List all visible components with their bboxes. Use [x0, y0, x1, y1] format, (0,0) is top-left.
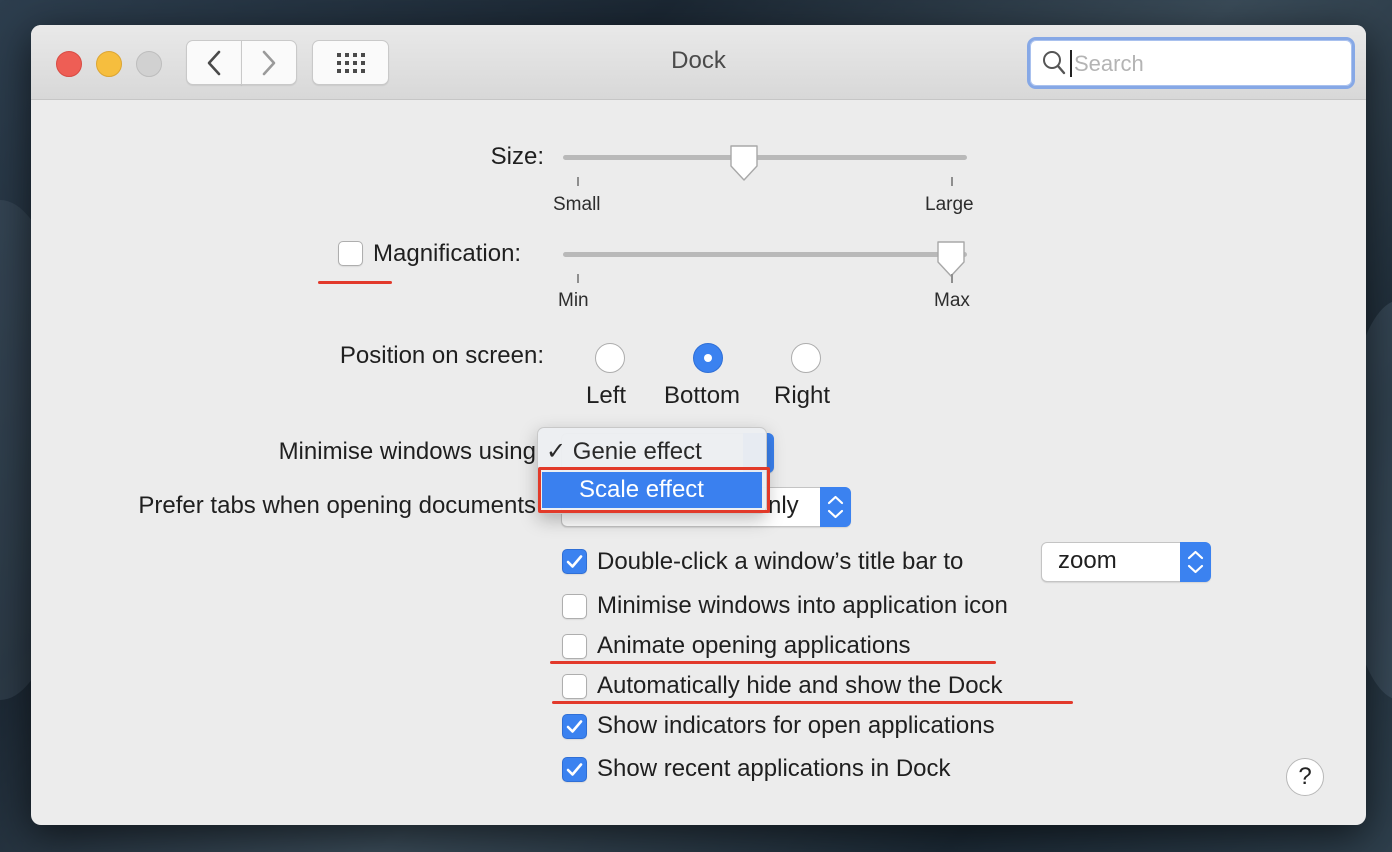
double-click-label: Double-click a window’s title bar to: [597, 548, 964, 575]
magnification-slider-track[interactable]: [563, 252, 967, 257]
search-icon: [1043, 51, 1066, 75]
magnification-min-label: Min: [558, 290, 589, 311]
size-tick-min: [577, 177, 579, 186]
show-indicators-checkbox[interactable]: [562, 714, 587, 739]
position-bottom-radio[interactable]: [693, 343, 723, 373]
magnification-slider-thumb[interactable]: [935, 240, 967, 278]
prefer-tabs-label: Prefer tabs when opening documents: [138, 492, 536, 519]
help-button[interactable]: ?: [1286, 758, 1324, 796]
size-max-label: Large: [925, 194, 974, 215]
animate-opening-label: Animate opening applications: [597, 632, 911, 659]
double-click-action-value: zoom: [1058, 547, 1117, 574]
magnification-tick-max: [951, 274, 953, 283]
checkmark-icon: ✓: [546, 438, 573, 465]
magnification-label: Magnification:: [373, 240, 522, 267]
size-tick-max: [951, 177, 953, 186]
minimise-label: Minimise windows using: [278, 438, 536, 465]
position-right-radio[interactable]: [791, 343, 821, 373]
menu-item-genie[interactable]: ✓ Genie effect: [546, 437, 702, 466]
magnification-tick-min: [577, 274, 579, 283]
minimise-into-icon-checkbox[interactable]: [562, 594, 587, 619]
position-bottom-label: Bottom: [664, 382, 741, 409]
size-min-label: Small: [553, 194, 601, 215]
title-bar: Dock: [31, 25, 1366, 100]
position-right-label: Right: [774, 382, 831, 409]
show-indicators-label: Show indicators for open applications: [597, 712, 995, 739]
annotation-underline: [552, 701, 1073, 704]
annotation-underline: [318, 281, 392, 284]
prefer-tabs-value: nly: [768, 492, 799, 519]
magnification-max-label: Max: [934, 290, 970, 311]
search-input[interactable]: [1072, 46, 1336, 82]
updown-arrows-icon: [1180, 542, 1211, 582]
size-label: Size:: [490, 143, 544, 170]
double-click-checkbox[interactable]: [562, 549, 587, 574]
autohide-dock-checkbox[interactable]: [562, 674, 587, 699]
position-label: Position on screen:: [339, 342, 544, 369]
checkmark-icon: [566, 555, 583, 568]
search-field[interactable]: [1027, 37, 1355, 89]
position-left-label: Left: [586, 382, 627, 409]
checkmark-icon: [566, 720, 583, 733]
size-slider-track[interactable]: [563, 155, 967, 160]
double-click-action-popup[interactable]: zoom: [1041, 542, 1211, 582]
checkmark-icon: [566, 763, 583, 776]
autohide-dock-label: Automatically hide and show the Dock: [597, 672, 1003, 699]
magnification-checkbox[interactable]: [338, 241, 363, 266]
menu-item-genie-label: Genie effect: [572, 438, 702, 465]
annotation-box: [538, 467, 770, 513]
updown-arrows-icon: [820, 487, 851, 527]
preferences-window: Dock Size: Small Large Magnification: Mi…: [31, 25, 1366, 825]
show-recent-label: Show recent applications in Dock: [597, 755, 951, 782]
animate-opening-checkbox[interactable]: [562, 634, 587, 659]
position-left-radio[interactable]: [595, 343, 625, 373]
size-slider-thumb[interactable]: [728, 144, 760, 182]
minimise-into-icon-label: Minimise windows into application icon: [597, 592, 1008, 619]
show-recent-checkbox[interactable]: [562, 757, 587, 782]
annotation-underline: [550, 661, 996, 664]
